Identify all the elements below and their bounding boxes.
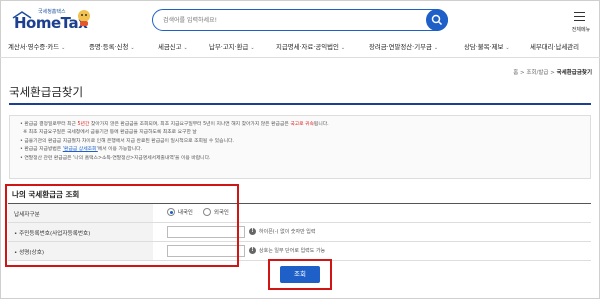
chevron-down-icon: ⌄ xyxy=(250,45,255,51)
info-icon: ! xyxy=(249,228,256,235)
notice-line: • 환급금 지급방법은 '환급금 상세조회'에서 이용 가능합니다. xyxy=(20,147,143,153)
nav-item-certificates[interactable]: 증명·등록·신청 ⌄ xyxy=(89,42,135,51)
name-hint: 상호는 일부 단어로 입력도 가능 xyxy=(259,248,326,254)
nav-item-incentives[interactable]: 장려금·연말정산·기부금 ⌄ xyxy=(369,42,438,51)
breadcrumb-current: 국세환급금찾기 xyxy=(556,70,592,76)
all-menu-label: 전체메뉴 xyxy=(571,27,591,33)
nav-item-invoices[interactable]: 계산서·영수증·카드 ⌄ xyxy=(8,42,65,51)
search-input[interactable] xyxy=(163,13,413,27)
notice-line: • 금융기관의 환급금 지급절차 차이로 인해 은행에서 지급 완료된 환급금이… xyxy=(20,138,234,144)
chevron-down-icon: ⌄ xyxy=(61,45,66,51)
chevron-down-icon: ⌄ xyxy=(505,45,510,51)
info-icon: ! xyxy=(249,247,256,254)
breadcrumb: 홈 > 조회/발급 > 국세환급금찾기 xyxy=(513,70,592,76)
mascot-icon xyxy=(78,10,90,26)
chevron-down-icon: ⌄ xyxy=(130,45,135,51)
breadcrumb-parent[interactable]: 조회/발급 xyxy=(526,70,548,76)
chevron-down-icon: ⌄ xyxy=(433,45,439,51)
breadcrumb-home[interactable]: 홈 xyxy=(513,70,518,76)
nav-item-tax-agent[interactable]: 세무대리·납세관리 xyxy=(530,42,579,51)
search-button[interactable] xyxy=(426,8,448,31)
main-nav: 계산서·영수증·카드 ⌄ 증명·등록·신청 ⌄ 세금신고 ⌄ 납부·고지·환급 ⌄ 지급… xyxy=(0,38,600,58)
notice-line: • 환급금 결정일로부터 최근 5년간 찾아가지 않은 환급금을 조회되며, 최… xyxy=(20,122,329,127)
refund-detail-link[interactable]: '환급금 상세조회' xyxy=(63,147,98,152)
notice-line: ※ 최초 지급요구일은 국세청에서 금융기관 등에 환급금을 지급하도록 최초로… xyxy=(23,130,197,136)
search-icon xyxy=(431,14,443,25)
notice-line: • 연말정산 관련 환급금은 '나의 홈택스>소득·연말정산>지급명세서제출내역… xyxy=(20,155,211,161)
search-bar xyxy=(152,8,448,31)
hamburger-icon xyxy=(574,12,585,14)
site-header: 국세청홈택스 HomeTax 전체메뉴 xyxy=(0,0,600,38)
highlight-box-form xyxy=(5,184,239,267)
notice-box: • 환급금 결정일로부터 최근 5년간 찾아가지 않은 환급금을 조회되며, 최… xyxy=(9,115,591,179)
chevron-down-icon: ⌄ xyxy=(183,45,188,51)
nav-item-payment[interactable]: 납부·고지·환급 ⌄ xyxy=(209,42,255,51)
nav-item-consult[interactable]: 상담·불복·제보 ⌄ xyxy=(464,42,510,51)
page-title: 국세환급금찾기 xyxy=(9,85,84,99)
title-divider xyxy=(9,103,591,105)
all-menu-button[interactable]: 전체메뉴 xyxy=(568,9,594,33)
nav-item-tax-filing[interactable]: 세금신고 ⌄ xyxy=(158,42,188,51)
highlight-box-submit xyxy=(268,259,332,290)
chevron-down-icon: ⌄ xyxy=(340,45,346,51)
nav-item-statements[interactable]: 지급명세·자료·공익법인 ⌄ xyxy=(276,42,345,51)
id-number-hint: 하이픈(-) 없이 숫자만 입력 xyxy=(259,229,316,235)
